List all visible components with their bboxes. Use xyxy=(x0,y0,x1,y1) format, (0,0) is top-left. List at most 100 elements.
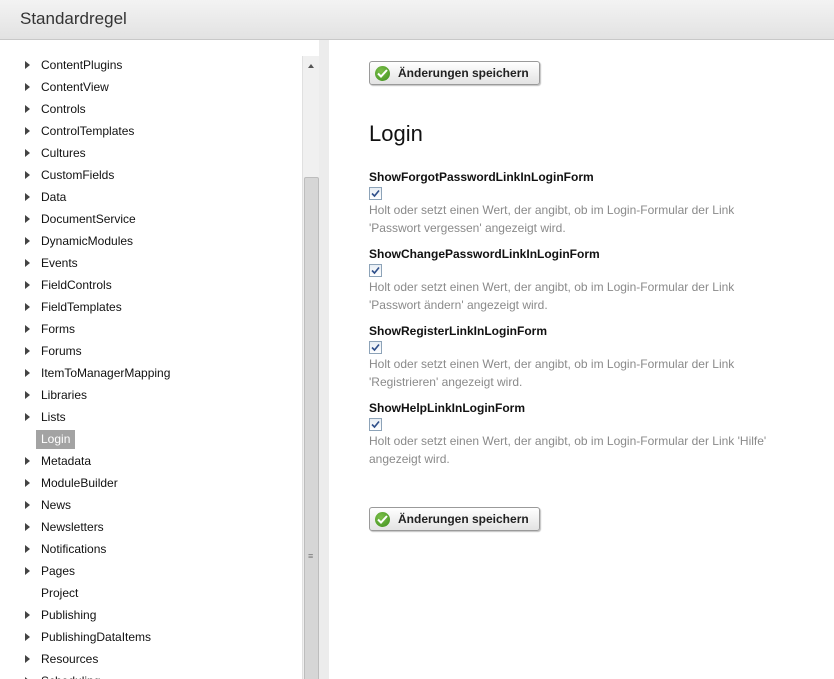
sidebar-item-controls[interactable]: Controls xyxy=(0,98,300,120)
save-button-label: Änderungen speichern xyxy=(398,66,529,80)
check-icon xyxy=(375,512,390,527)
sidebar-item-resources[interactable]: Resources xyxy=(0,648,300,670)
expand-arrow-icon[interactable] xyxy=(25,567,30,575)
setting-checkbox[interactable] xyxy=(369,264,382,277)
sidebar-item-label: Pages xyxy=(41,564,76,578)
sidebar-item-customfields[interactable]: CustomFields xyxy=(0,164,300,186)
sidebar-item-documentservice[interactable]: DocumentService xyxy=(0,208,300,230)
expand-arrow-icon[interactable] xyxy=(25,479,30,487)
sidebar-item-label: Cultures xyxy=(41,146,86,160)
sidebar-item-newsletters[interactable]: Newsletters xyxy=(0,516,300,538)
expand-arrow-icon[interactable] xyxy=(25,633,30,641)
expand-arrow-icon[interactable] xyxy=(25,171,30,179)
expand-arrow-icon[interactable] xyxy=(25,457,30,465)
sidebar-item-notifications[interactable]: Notifications xyxy=(0,538,300,560)
sidebar-item-label: Notifications xyxy=(41,542,107,556)
expand-arrow-icon[interactable] xyxy=(25,127,30,135)
expand-arrow-icon[interactable] xyxy=(25,391,30,399)
sidebar-item-label: Controls xyxy=(41,102,86,116)
save-button-label: Änderungen speichern xyxy=(398,512,529,526)
expand-arrow-icon[interactable] xyxy=(25,259,30,267)
setting-showregisterlinkinloginform: ShowRegisterLinkInLoginForm Holt oder set… xyxy=(369,323,799,391)
sidebar-item-publishingdataitems[interactable]: PublishingDataItems xyxy=(0,626,300,648)
sidebar-item-label: News xyxy=(41,498,72,512)
sidebar-item-modulebuilder[interactable]: ModuleBuilder xyxy=(0,472,300,494)
sidebar-item-label: Forms xyxy=(41,322,75,336)
sidebar-item-project[interactable]: Project xyxy=(0,582,300,604)
sidebar-item-publishing[interactable]: Publishing xyxy=(0,604,300,626)
expand-arrow-icon[interactable] xyxy=(25,325,30,333)
save-changes-button-bottom[interactable]: Änderungen speichern xyxy=(369,507,540,531)
save-changes-button-top[interactable]: Änderungen speichern xyxy=(369,61,540,85)
settings-tree: ContentPlugins ContentView Controls Control… xyxy=(0,54,300,679)
sidebar-item-label: PublishingDataItems xyxy=(41,630,152,644)
description-line: 'Passwort vergessen' angezeigt wird. xyxy=(369,221,566,235)
sidebar-item-label: ContentView xyxy=(41,80,109,94)
sidebar-item-label: Metadata xyxy=(41,454,92,468)
setting-checkbox[interactable] xyxy=(369,187,382,200)
checkmark-icon xyxy=(371,343,380,352)
sidebar-item-label: ModuleBuilder xyxy=(41,476,118,490)
sidebar-item-contentview[interactable]: ContentView xyxy=(0,76,300,98)
setting-description: Holt oder setzt einen Wert, der angibt, … xyxy=(369,355,799,391)
checkmark-icon xyxy=(371,420,380,429)
description-line: angezeigt wird. xyxy=(369,452,450,466)
sidebar-item-fieldtemplates[interactable]: FieldTemplates xyxy=(0,296,300,318)
sidebar-item-itemtomanagermapping[interactable]: ItemToManagerMapping xyxy=(0,362,300,384)
expand-arrow-icon[interactable] xyxy=(25,611,30,619)
scroll-thumb[interactable]: ≡ xyxy=(304,177,319,679)
sidebar-item-cultures[interactable]: Cultures xyxy=(0,142,300,164)
sidebar-item-events[interactable]: Events xyxy=(0,252,300,274)
expand-arrow-icon[interactable] xyxy=(25,413,30,421)
setting-checkbox[interactable] xyxy=(369,418,382,431)
expand-arrow-icon[interactable] xyxy=(25,655,30,663)
expand-arrow-icon[interactable] xyxy=(25,281,30,289)
expand-arrow-icon[interactable] xyxy=(25,149,30,157)
expand-arrow-icon[interactable] xyxy=(25,545,30,553)
expand-arrow-icon[interactable] xyxy=(25,369,30,377)
scroll-up-icon[interactable] xyxy=(308,64,314,68)
expand-arrow-icon[interactable] xyxy=(25,347,30,355)
sidebar-item-forums[interactable]: Forums xyxy=(0,340,300,362)
sidebar-item-scheduling[interactable]: Scheduling xyxy=(0,670,300,679)
setting-showhelplinkinloginform: ShowHelpLinkInLoginForm Holt oder setzt e… xyxy=(369,400,799,468)
setting-description: Holt oder setzt einen Wert, der angibt, … xyxy=(369,432,799,468)
description-line: 'Registrieren' angezeigt wird. xyxy=(369,375,523,389)
sidebar-item-lists[interactable]: Lists xyxy=(0,406,300,428)
expand-arrow-icon[interactable] xyxy=(25,501,30,509)
sidebar-item-data[interactable]: Data xyxy=(0,186,300,208)
sidebar-item-dynamicmodules[interactable]: DynamicModules xyxy=(0,230,300,252)
sidebar-item-libraries[interactable]: Libraries xyxy=(0,384,300,406)
sidebar-item-fieldcontrols[interactable]: FieldControls xyxy=(0,274,300,296)
sidebar-item-login[interactable]: Login xyxy=(0,428,300,450)
setting-name: ShowHelpLinkInLoginForm xyxy=(369,401,525,415)
expand-arrow-icon[interactable] xyxy=(25,215,30,223)
setting-name: ShowRegisterLinkInLoginForm xyxy=(369,324,548,338)
sidebar-item-label: Publishing xyxy=(41,608,97,622)
sidebar-scrollbar[interactable]: ≡ xyxy=(302,56,320,679)
expand-arrow-icon[interactable] xyxy=(25,303,30,311)
sidebar-item-contentplugins[interactable]: ContentPlugins xyxy=(0,54,300,76)
section-title: Login xyxy=(369,121,423,146)
expand-arrow-icon[interactable] xyxy=(25,193,30,201)
main-content: Änderungen speichern Login ShowForgotPas… xyxy=(329,40,834,679)
checkmark-icon xyxy=(371,266,380,275)
sidebar-item-pages[interactable]: Pages xyxy=(0,560,300,582)
expand-arrow-icon[interactable] xyxy=(25,83,30,91)
sidebar-item-label: Libraries xyxy=(41,388,88,402)
expand-arrow-icon[interactable] xyxy=(25,523,30,531)
setting-description: Holt oder setzt einen Wert, der angibt, … xyxy=(369,201,799,237)
sidebar-item-label: DynamicModules xyxy=(41,234,134,248)
sidebar-item-news[interactable]: News xyxy=(0,494,300,516)
expand-arrow-icon[interactable] xyxy=(25,237,30,245)
expand-arrow-icon[interactable] xyxy=(25,61,30,69)
sidebar-item-label: Forums xyxy=(41,344,82,358)
sidebar-item-label: FieldTemplates xyxy=(41,300,122,314)
sidebar-item-forms[interactable]: Forms xyxy=(0,318,300,340)
sidebar-item-controltemplates[interactable]: ControlTemplates xyxy=(0,120,300,142)
checkmark-icon xyxy=(371,189,380,198)
sidebar-item-label: Project xyxy=(41,586,79,600)
sidebar-item-metadata[interactable]: Metadata xyxy=(0,450,300,472)
setting-checkbox[interactable] xyxy=(369,341,382,354)
expand-arrow-icon[interactable] xyxy=(25,105,30,113)
